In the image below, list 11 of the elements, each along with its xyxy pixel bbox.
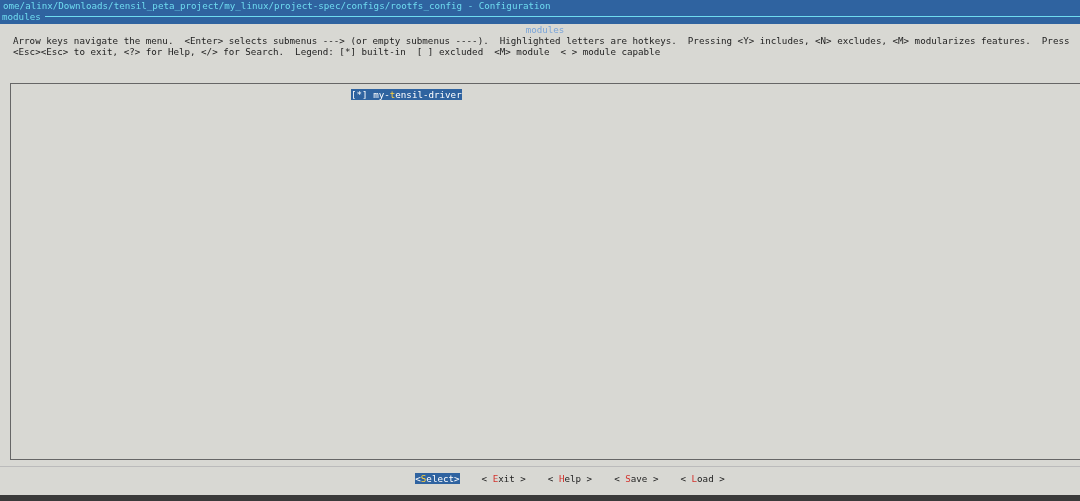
help-text: <Esc><Esc> to exit, <?> for Help, </> for Search. Legend: [*] built-in [ ] excluded <M> module < > module capable	[12, 46, 662, 57]
dialog-button[interactable]: < Load >	[680, 473, 725, 484]
dialog-title: modules	[525, 24, 565, 35]
dialog-button[interactable]: <Select>	[415, 473, 460, 484]
dialog-button[interactable]: < Help >	[547, 473, 593, 484]
window-title: ome/alinx/Downloads/tensil_peta_project/my_linux/project-spec/configs/rootfs_config - Configuration	[2, 0, 552, 11]
breadcrumb: modules	[2, 11, 41, 22]
menu-item[interactable]: [*] my-tensil-driver	[351, 89, 462, 100]
dialog-button[interactable]: < Exit >	[481, 473, 526, 484]
help-text: Arrow keys navigate the menu. <Enter> selects submenus ---> (or empty submenus ----). Highlighted letters are hotkeys. Pressing <Y> includes, <N> excludes, <M> modularizes features. Press	[12, 35, 1071, 46]
dialog-button[interactable]: < Save >	[614, 473, 659, 484]
